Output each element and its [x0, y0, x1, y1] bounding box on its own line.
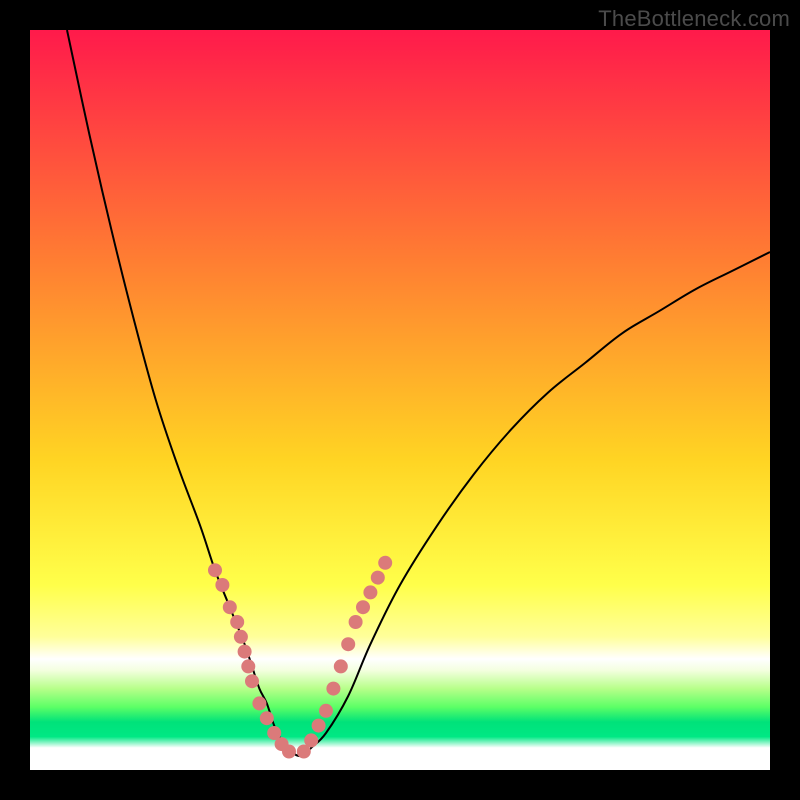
highlight-dot: [252, 696, 266, 710]
highlight-dot: [230, 615, 244, 629]
highlight-dot: [371, 571, 385, 585]
highlight-dot: [378, 556, 392, 570]
highlight-dot: [304, 733, 318, 747]
highlight-dot: [223, 600, 237, 614]
highlight-dot: [215, 578, 229, 592]
highlight-dot: [238, 645, 252, 659]
highlight-dot: [241, 659, 255, 673]
highlight-dot: [245, 674, 259, 688]
highlight-dot: [334, 659, 348, 673]
highlight-dot: [356, 600, 370, 614]
watermark-text: TheBottleneck.com: [598, 6, 790, 32]
highlight-dot: [349, 615, 363, 629]
highlight-dot: [319, 704, 333, 718]
highlight-dot: [341, 637, 355, 651]
highlight-dot: [282, 745, 296, 759]
plot-area: [30, 30, 770, 770]
highlight-dot: [208, 563, 222, 577]
highlight-dot: [326, 682, 340, 696]
highlight-dot: [234, 630, 248, 644]
gradient-background: [30, 30, 770, 770]
chart-svg: [30, 30, 770, 770]
highlight-dot: [312, 719, 326, 733]
highlight-dot: [363, 585, 377, 599]
highlight-dot: [260, 711, 274, 725]
outer-black-frame: TheBottleneck.com: [0, 0, 800, 800]
